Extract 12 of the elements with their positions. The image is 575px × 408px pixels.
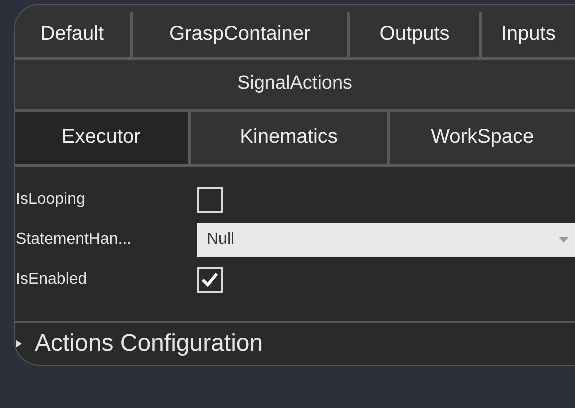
checkbox[interactable]: [197, 186, 223, 213]
checkbox[interactable]: [197, 266, 223, 293]
group-header: SignalActions: [15, 60, 575, 112]
property-label: StatementHan...: [15, 230, 133, 249]
section-header[interactable]: Actions Configuration: [15, 322, 575, 365]
tab[interactable]: Default: [15, 12, 133, 58]
property-label: IsLooping: [15, 190, 86, 209]
property-label: IsEnabled: [15, 270, 88, 289]
checkmark-icon: [201, 272, 219, 288]
tab[interactable]: Executor: [15, 112, 191, 164]
caret-icon: [559, 236, 569, 243]
dropdown[interactable]: Null: [197, 222, 575, 257]
